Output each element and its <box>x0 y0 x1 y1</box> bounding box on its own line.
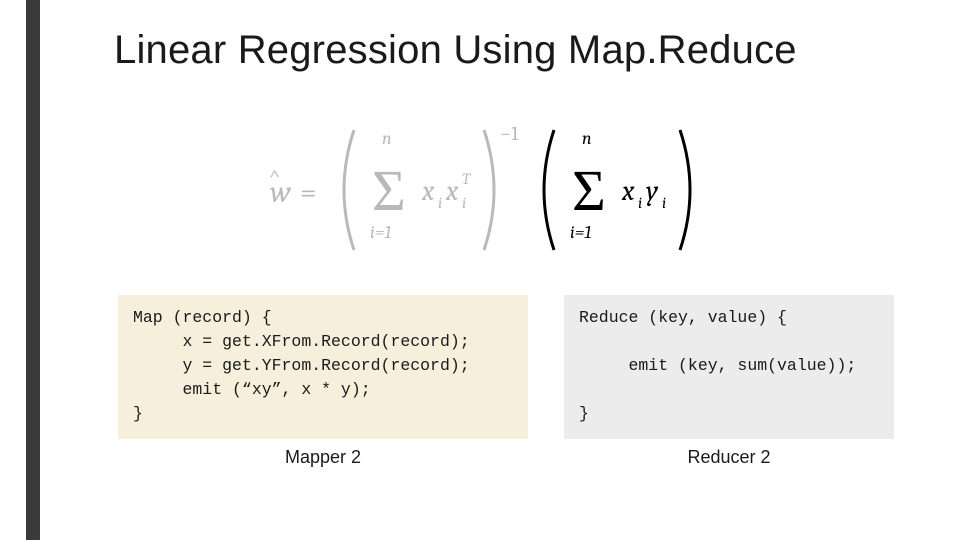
svg-text:T: T <box>462 170 472 188</box>
reducer-caption: Reducer 2 <box>687 447 770 468</box>
svg-text:Σ: Σ <box>372 158 406 225</box>
svg-text:y: y <box>646 175 659 207</box>
svg-text:i: i <box>662 194 666 212</box>
svg-text:i: i <box>638 194 642 212</box>
code-boxes: Map (record) { x = get.XFrom.Record(reco… <box>118 295 900 468</box>
mapper-column: Map (record) { x = get.XFrom.Record(reco… <box>118 295 528 468</box>
svg-text:=: = <box>300 175 317 210</box>
inverse-exponent: −1 <box>500 122 519 145</box>
page-title: Linear Regression Using Map.Reduce <box>114 28 797 73</box>
svg-text:x: x <box>421 175 435 207</box>
reducer-column: Reduce (key, value) { emit (key, sum(val… <box>564 295 894 468</box>
svg-text:i: i <box>462 194 466 212</box>
svg-text:x: x <box>621 175 635 207</box>
formula: w ^ = Σ n i=1 x i x i T −1 <box>0 110 960 275</box>
slide: Linear Regression Using Map.Reduce w ^ =… <box>0 0 960 540</box>
mapper-code: Map (record) { x = get.XFrom.Record(reco… <box>118 295 528 439</box>
svg-text:^: ^ <box>269 166 280 189</box>
sum-upper-2: n <box>582 128 592 149</box>
reducer-code: Reduce (key, value) { emit (key, sum(val… <box>564 295 894 439</box>
mapper-caption: Mapper 2 <box>285 447 361 468</box>
sum-lower-2: i=1 <box>570 222 591 243</box>
svg-text:i: i <box>438 194 442 212</box>
svg-text:x: x <box>445 175 459 207</box>
svg-text:Σ: Σ <box>572 158 606 225</box>
sum-upper-1: n <box>382 128 392 149</box>
sum-lower-1: i=1 <box>370 222 391 243</box>
